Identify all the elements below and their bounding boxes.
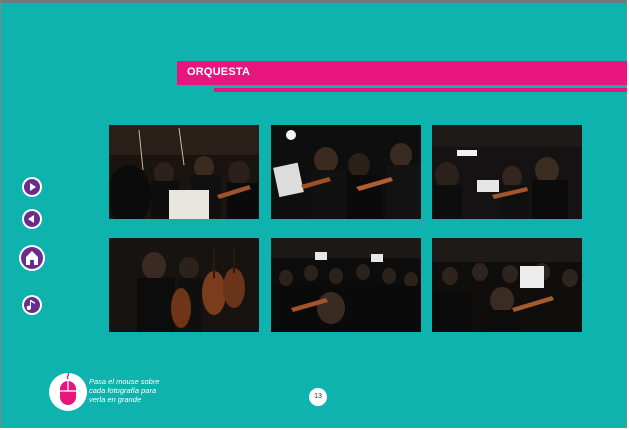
hint-line-2: cada fotografía para [89,386,157,395]
photo-orchestra-violins-2 [271,125,421,219]
home-button[interactable] [19,245,45,271]
home-icon [21,247,43,269]
section-title: ORQUESTA [187,66,251,78]
music-button[interactable] [22,295,42,315]
photo-thumbnail-5[interactable] [271,238,421,332]
mouse-icon [60,373,76,405]
back-button[interactable] [22,209,42,229]
photo-orchestra-wide-1 [271,238,421,332]
photo-thumbnail-2[interactable] [271,125,421,219]
hint-text: Pasa el mouse sobre cada fotografía para… [89,377,199,404]
music-note-icon [24,297,40,313]
next-button[interactable] [22,177,42,197]
play-next-icon [24,179,40,195]
section-title-bar: ORQUESTA [177,61,627,85]
photo-orchestra-cellos [109,238,259,332]
photo-orchestra-violins-3 [432,125,582,219]
page-number: 13 [309,388,327,406]
page-frame: ORQUESTA Pasa el mouse sobre cada fotogr… [0,0,627,428]
title-underline [214,88,627,92]
hint-line-1: Pasa el mouse sobre [89,377,160,386]
hint-line-3: verla en grande [89,395,142,404]
hint-mouse-badge [49,373,87,411]
photo-orchestra-violins-1 [109,125,259,219]
photo-thumbnail-6[interactable] [432,238,582,332]
photo-thumbnail-4[interactable] [109,238,259,332]
photo-thumbnail-1[interactable] [109,125,259,219]
photo-thumbnail-3[interactable] [432,125,582,219]
play-back-icon [24,211,40,227]
photo-orchestra-wide-2 [432,238,582,332]
